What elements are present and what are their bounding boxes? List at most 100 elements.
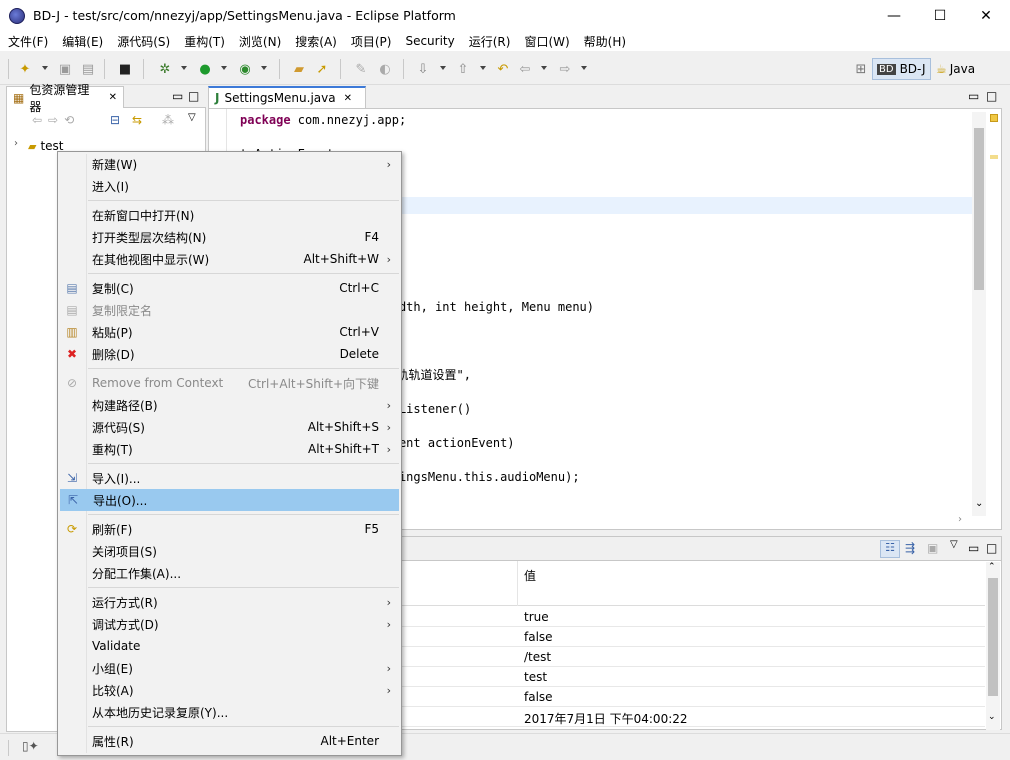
context-menu-item[interactable]: ⟳ 刷新(F) F5 <box>60 518 399 540</box>
open-folder-icon[interactable]: ▰ <box>290 60 308 78</box>
scroll-up-icon[interactable]: ⌃ <box>988 562 996 572</box>
restore-default-icon[interactable]: ▣ <box>927 541 938 555</box>
table-row[interactable]: false <box>400 687 985 707</box>
run-icon[interactable]: ● <box>196 60 214 78</box>
next-annotation-icon[interactable]: ⇩ <box>414 60 432 78</box>
toggle-icon[interactable]: ◐ <box>376 60 394 78</box>
menu-item[interactable]: 文件(F) <box>8 33 48 50</box>
menu-item[interactable]: 浏览(N) <box>239 33 281 50</box>
view-menu-icon[interactable]: ▽ <box>188 112 196 123</box>
context-menu-item[interactable]: 分配工作集(A)... <box>60 562 399 584</box>
menu-item-label: 分配工作集(A)... <box>92 566 182 581</box>
tab-package-explorer[interactable]: ▦ 包资源管理器 ✕ <box>6 83 124 114</box>
maximize-view-icon[interactable]: □ <box>188 89 199 103</box>
menu-item[interactable]: Security <box>405 34 454 48</box>
maximize-view-icon[interactable]: □ <box>986 541 997 555</box>
maximize-editor-icon[interactable]: □ <box>986 89 997 103</box>
focus-icon[interactable]: ⁂ <box>162 113 174 127</box>
scroll-right-icon[interactable]: › <box>958 514 962 525</box>
context-menu-item[interactable]: ▥ 粘贴(P) Ctrl+V <box>60 321 399 343</box>
context-menu-item[interactable]: 关闭项目(S) <box>60 540 399 562</box>
fast-view-icon[interactable]: ▯✦ <box>22 739 39 753</box>
expand-icon[interactable]: › <box>14 138 18 149</box>
close-icon[interactable]: ✕ <box>109 92 117 103</box>
menu-item[interactable]: 重构(T) <box>184 33 225 50</box>
menu-item[interactable]: 窗口(W) <box>524 33 569 50</box>
context-menu-item[interactable]: 比较(A) › <box>60 679 399 701</box>
context-menu-item[interactable]: ⇲ 导入(I)... <box>60 467 399 489</box>
last-edit-icon[interactable]: ↶ <box>494 60 512 78</box>
perspective-java[interactable]: ☕ Java <box>932 58 979 80</box>
scrollbar-thumb[interactable] <box>988 578 998 696</box>
build-icon[interactable]: ➚ <box>313 60 331 78</box>
scrollbar-thumb[interactable] <box>974 128 984 290</box>
table-row[interactable]: /test <box>400 647 985 667</box>
scroll-down-icon[interactable]: ⌄ <box>975 498 983 509</box>
menu-item[interactable]: 运行(R) <box>469 33 511 50</box>
context-menu-item[interactable]: 进入(I) <box>60 175 399 197</box>
context-menu-item[interactable]: 源代码(S) Alt+Shift+S › <box>60 416 399 438</box>
context-menu-item[interactable]: ✖ 删除(D) Delete <box>60 343 399 365</box>
table-row[interactable]: true <box>400 607 985 627</box>
debug-icon[interactable]: ✲ <box>156 60 174 78</box>
menu-item[interactable]: 编辑(E) <box>62 33 103 50</box>
remove-context-icon: ⊘ <box>66 376 78 390</box>
menu-item-label: 重构(T) <box>92 442 133 457</box>
menu-item[interactable]: 搜索(A) <box>295 33 337 50</box>
scroll-down-icon[interactable]: ⌄ <box>988 712 996 722</box>
context-menu-item[interactable]: 打开类型层次结构(N) F4 <box>60 226 399 248</box>
context-menu-item[interactable]: 在其他视图中显示(W) Alt+Shift+W › <box>60 248 399 270</box>
save-icon[interactable]: ▣ <box>56 60 74 78</box>
print-icon[interactable]: ▤ <box>79 60 97 78</box>
categories-icon[interactable]: ☷ <box>880 540 900 558</box>
link-editor-icon[interactable]: ⇆ <box>132 113 142 127</box>
table-row[interactable]: 2017年7月1日 下午04:00:22 <box>400 707 985 727</box>
annotation-icon[interactable]: ✎ <box>352 60 370 78</box>
minimize-button[interactable]: — <box>871 0 917 31</box>
java-file-icon: J <box>215 91 220 105</box>
context-menu-item[interactable]: 构建路径(B) › <box>60 394 399 416</box>
run-external-icon[interactable]: ◉ <box>236 60 254 78</box>
context-menu-item[interactable]: 新建(W) › <box>60 153 399 175</box>
context-menu-item[interactable]: 小组(E) › <box>60 657 399 679</box>
open-perspective-icon[interactable]: ⊞ <box>852 60 870 78</box>
context-menu-item[interactable]: ⇱ 导出(O)... <box>60 489 399 511</box>
context-menu-item[interactable]: 重构(T) Alt+Shift+T › <box>60 438 399 460</box>
context-menu-item[interactable]: ▤ 复制(C) Ctrl+C <box>60 277 399 299</box>
back-icon[interactable]: ⇦ <box>516 60 534 78</box>
close-icon[interactable]: ✕ <box>344 93 352 104</box>
context-menu-item[interactable]: 调试方式(D) › <box>60 613 399 635</box>
code-line[interactable]: package com.nnezyj.app; <box>240 112 406 129</box>
context-menu-item[interactable]: 从本地历史记录复原(Y)... <box>60 701 399 723</box>
advanced-icon[interactable]: ⇶ <box>905 541 915 555</box>
tab-settings-menu-java[interactable]: J SettingsMenu.java ✕ <box>208 86 366 108</box>
minimize-view-icon[interactable]: ▭ <box>968 541 979 555</box>
minimize-view-icon[interactable]: ▭ <box>172 89 183 103</box>
perspective-bdj[interactable]: BD BD-J <box>872 58 931 80</box>
menu-item[interactable]: 帮助(H) <box>584 33 626 50</box>
context-menu-item[interactable]: Validate <box>60 635 399 657</box>
new-icon[interactable]: ✦ <box>16 60 34 78</box>
menu-item[interactable]: 项目(P) <box>351 33 392 50</box>
view-menu-icon[interactable]: ▽ <box>950 539 958 550</box>
context-menu-item[interactable]: 在新窗口中打开(N) <box>60 204 399 226</box>
maximize-button[interactable]: ☐ <box>917 0 963 31</box>
properties-scrollbar[interactable]: ⌃ ⌄ <box>986 562 1000 730</box>
menu-separator <box>88 273 399 274</box>
warning-marker-icon[interactable] <box>990 114 998 122</box>
context-menu-item[interactable]: 属性(R) Alt+Enter <box>60 730 399 752</box>
prev-annotation-icon[interactable]: ⇧ <box>454 60 472 78</box>
table-row[interactable]: false <box>400 627 985 647</box>
lock-icon[interactable]: ■ <box>116 60 134 78</box>
collapse-all-icon[interactable]: ⊟ <box>110 113 120 127</box>
context-menu-item[interactable]: 运行方式(R) › <box>60 591 399 613</box>
forward-icon[interactable]: ⇨ <box>556 60 574 78</box>
nav-icons[interactable]: ⇦⇨⟲ <box>32 113 80 127</box>
menu-item-shortcut: Alt+Shift+S <box>307 420 379 434</box>
table-row[interactable]: test <box>400 667 985 687</box>
editor-scrollbar[interactable] <box>972 112 986 516</box>
menu-item-label: 在其他视图中显示(W) <box>92 252 210 267</box>
menu-item[interactable]: 源代码(S) <box>117 33 170 50</box>
close-button[interactable]: ✕ <box>963 0 1009 31</box>
minimize-editor-icon[interactable]: ▭ <box>968 89 979 103</box>
